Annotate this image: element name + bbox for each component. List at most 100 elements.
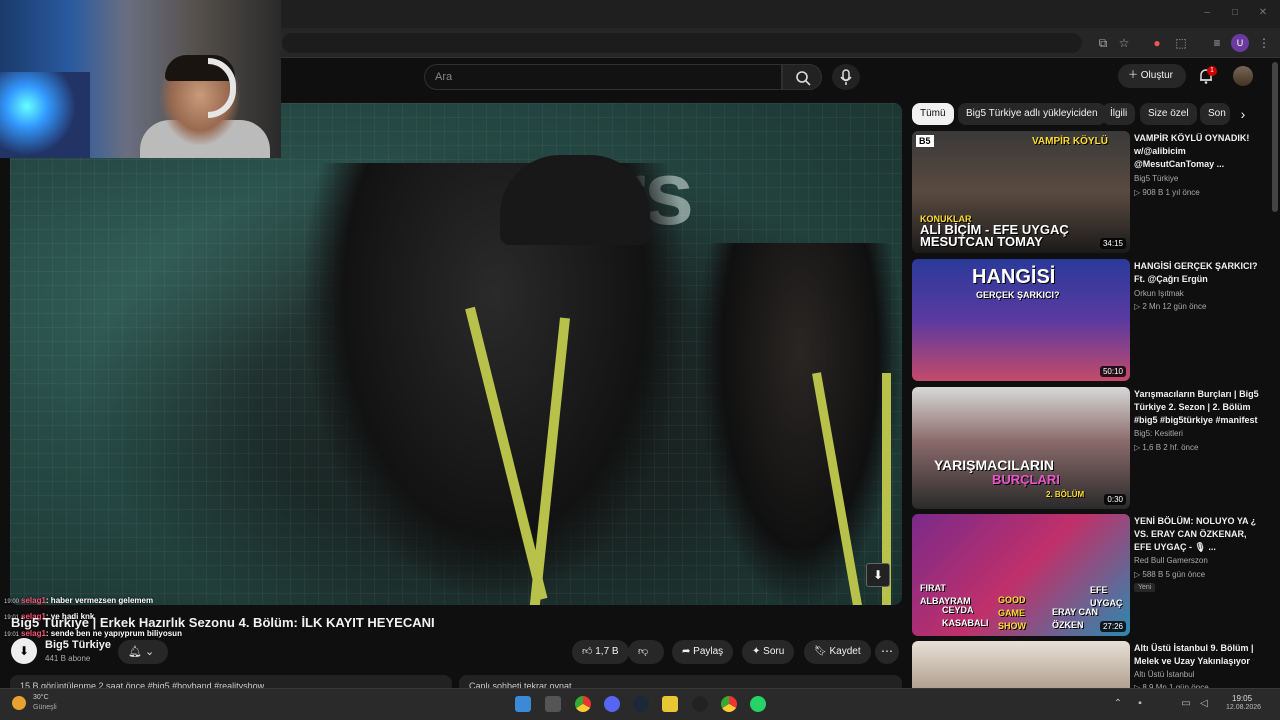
thumbnail-text: MESUTCAN TOMAY — [920, 234, 1043, 249]
video-cap — [500, 155, 650, 245]
video-duration: 27:26 — [1099, 621, 1126, 632]
video-title: Big5 Türkiye | Erkek Hazırlık Sezonu 4. … — [11, 615, 435, 630]
voice-search-button[interactable] — [832, 64, 860, 90]
clock-time[interactable]: 19:05 — [1232, 694, 1252, 703]
address-bar[interactable] — [282, 33, 1082, 53]
bell-icon: 🔔︎ ⌄ — [128, 646, 155, 658]
sidebar-video-title[interactable]: YENİ BÖLÜM: NOLUYO YA ¿ VS. ERAY CAN ÖZKE… — [1134, 515, 1270, 554]
sparkle-icon: ✦ — [752, 646, 764, 657]
channel-avatar[interactable]: ⬇ — [11, 638, 37, 664]
search-icon — [796, 71, 811, 86]
sidebar-video-title[interactable]: HANGİSİ GERÇEK ŞARKICI? Ft. @Çağrı Ergün — [1134, 260, 1270, 286]
sidebar-video-channel[interactable]: Altı Üstü İstanbul — [1134, 670, 1194, 679]
chrome-icon[interactable] — [575, 696, 591, 712]
sidebar-video-channel[interactable]: Orkun Işıtmak — [1134, 289, 1184, 298]
extension-icon[interactable]: ● — [1148, 34, 1166, 52]
video-player[interactable]: pers — [10, 103, 902, 605]
mic-icon — [840, 69, 852, 85]
big5-logo: B5 — [916, 135, 934, 147]
sidebar-video-channel[interactable]: Red Bull Gamerszon — [1134, 556, 1208, 565]
chip-for-you[interactable]: Size özel — [1140, 103, 1197, 125]
menu-icon[interactable]: ⋮ — [1255, 34, 1273, 52]
video-duration: 50:10 — [1099, 366, 1126, 377]
puzzle-icon[interactable]: ⬚ — [1172, 34, 1190, 52]
chip-recent[interactable]: Son — [1200, 103, 1230, 125]
star-icon[interactable]: ☆ — [1115, 34, 1133, 52]
steam-icon[interactable] — [633, 696, 649, 712]
webcam-pc-lights — [0, 72, 90, 158]
sun-icon[interactable] — [12, 696, 26, 710]
thumbs-up-icon: 👍︎ — [582, 646, 596, 657]
more-options-button[interactable]: ⋯ — [875, 640, 899, 664]
sidebar-thumbnail[interactable]: FIRAT ALBAYRAM CEYDA KASABALI GOOD GAME … — [912, 514, 1130, 636]
chip-all[interactable]: Tümü — [912, 103, 954, 125]
dislike-button[interactable]: 👎︎ — [628, 640, 664, 664]
sidebar-video-channel[interactable]: Big5 Türkiye — [1134, 174, 1178, 183]
plus-icon: ＋ — [1128, 70, 1141, 81]
notification-badge: 1 — [1207, 66, 1217, 76]
maximize-icon[interactable]: □ — [1228, 6, 1242, 20]
more-icon: ⋯ — [881, 644, 893, 658]
network-icon[interactable]: ▭ — [1178, 696, 1194, 712]
share-icon: ➦ — [682, 646, 694, 657]
thumbnail-text: HANGİSİ — [972, 266, 1056, 288]
video-person-right — [700, 243, 900, 605]
chrome-icon[interactable] — [721, 696, 737, 712]
chip-related[interactable]: İlgili — [1102, 103, 1136, 125]
sidebar-thumbnail[interactable] — [912, 641, 1130, 689]
cast-icon[interactable]: ⧉ — [1094, 34, 1112, 52]
page-scrollbar[interactable] — [1272, 62, 1278, 212]
channel-watermark-icon[interactable]: ⬇ — [866, 563, 890, 587]
create-button[interactable]: ＋ Oluştur — [1118, 64, 1186, 88]
account-avatar[interactable] — [1233, 66, 1253, 86]
minimize-icon[interactable]: – — [1200, 6, 1214, 20]
bookmark-icon: 🔖︎ — [814, 646, 830, 657]
share-button[interactable]: ➦ Paylaş — [672, 640, 734, 664]
clock-date[interactable]: 12.08.2026 — [1226, 704, 1261, 711]
subscription-bell-button[interactable]: 🔔︎ ⌄ — [118, 640, 168, 664]
like-button[interactable]: 👍︎ 1,7 B — [572, 640, 629, 664]
video-duration: 0:30 — [1104, 494, 1126, 505]
obs-icon[interactable] — [692, 696, 708, 712]
chevron-right-icon[interactable]: › — [1232, 103, 1254, 125]
profile-icon[interactable]: U — [1231, 34, 1249, 52]
sidebar-video-title[interactable]: Yarışmacıların Burçları | Big5 Türkiye 2.… — [1134, 388, 1270, 427]
chat-message: 19:01 selag1: sende ben ne yapıyprum bili… — [4, 629, 182, 638]
ask-button[interactable]: ✦ Soru — [742, 640, 795, 664]
search-input[interactable]: Ara — [424, 64, 782, 90]
sidebar-video-title[interactable]: Altı Üstü İstanbul 9. Bölüm | Melek ve Uz… — [1134, 642, 1270, 668]
sidebar-thumbnail[interactable]: YARIŞMACILARIN BURÇLARI 2. BÖLÜM 0:30 — [912, 387, 1130, 509]
sidebar-video-meta: ▷ 588 B 5 gün önce — [1134, 570, 1206, 579]
thumbnail-text: YARIŞMACILARIN — [934, 457, 1055, 473]
chat-message: 19:00 selag1: haber vermezsen gelemem — [4, 596, 154, 605]
app-icon[interactable] — [662, 696, 678, 712]
thumbnail-text: 2. BÖLÜM — [1046, 490, 1085, 499]
chip-from-uploader[interactable]: Big5 Türkiye adlı yükleyiciden — [958, 103, 1106, 125]
weather-temperature: 30°C — [33, 694, 49, 701]
webcam-overlay — [0, 0, 281, 158]
task-view-icon[interactable] — [545, 696, 561, 712]
sidebar-video-title[interactable]: VAMPİR KÖYLÜ OYNADIK! w/@alibicim @MesutCa… — [1134, 132, 1270, 171]
video-duration: 34:15 — [1099, 238, 1126, 249]
sidebar-thumbnail[interactable]: HANGİSİ GERÇEK ŞARKICI? 50:10 — [912, 259, 1130, 381]
channel-name[interactable]: Big5 Türkiye — [45, 639, 111, 651]
new-badge: Yeni — [1134, 583, 1156, 592]
discord-icon[interactable] — [604, 696, 620, 712]
sidebar-video-channel[interactable]: Big5: Kesitleri — [1134, 429, 1183, 438]
tray-app-icon[interactable]: ▪ — [1132, 696, 1148, 712]
sidebar-video-meta: ▷ 2 Mn 12 gün önce — [1134, 302, 1207, 311]
volume-icon[interactable]: ◁ — [1196, 696, 1212, 712]
start-menu-icon[interactable] — [515, 696, 531, 712]
close-icon[interactable]: ✕ — [1256, 6, 1270, 20]
whatsapp-icon[interactable] — [750, 696, 766, 712]
thumbnail-text: VAMPİR KÖYLÜ — [1032, 136, 1108, 147]
search-button[interactable] — [782, 64, 822, 90]
save-button[interactable]: 🔖︎ Kaydet — [804, 640, 871, 664]
chevron-up-icon[interactable]: ⌃ — [1110, 696, 1126, 712]
sidebar-video-meta: ▷ 908 B 1 yıl önce — [1134, 188, 1200, 197]
sidebar-thumbnail[interactable]: B5 VAMPİR KÖYLÜ KONUKLAR ALİ BİÇİM - EFE… — [912, 131, 1130, 253]
thumbnail-text: GOOD GAME SHOW — [998, 595, 1026, 631]
thumbnail-text: BURÇLARI — [992, 472, 1060, 487]
playlist-icon[interactable]: ≡ — [1208, 34, 1226, 52]
thumbnail-text: ERAY CAN ÖZKEN — [1052, 607, 1099, 630]
